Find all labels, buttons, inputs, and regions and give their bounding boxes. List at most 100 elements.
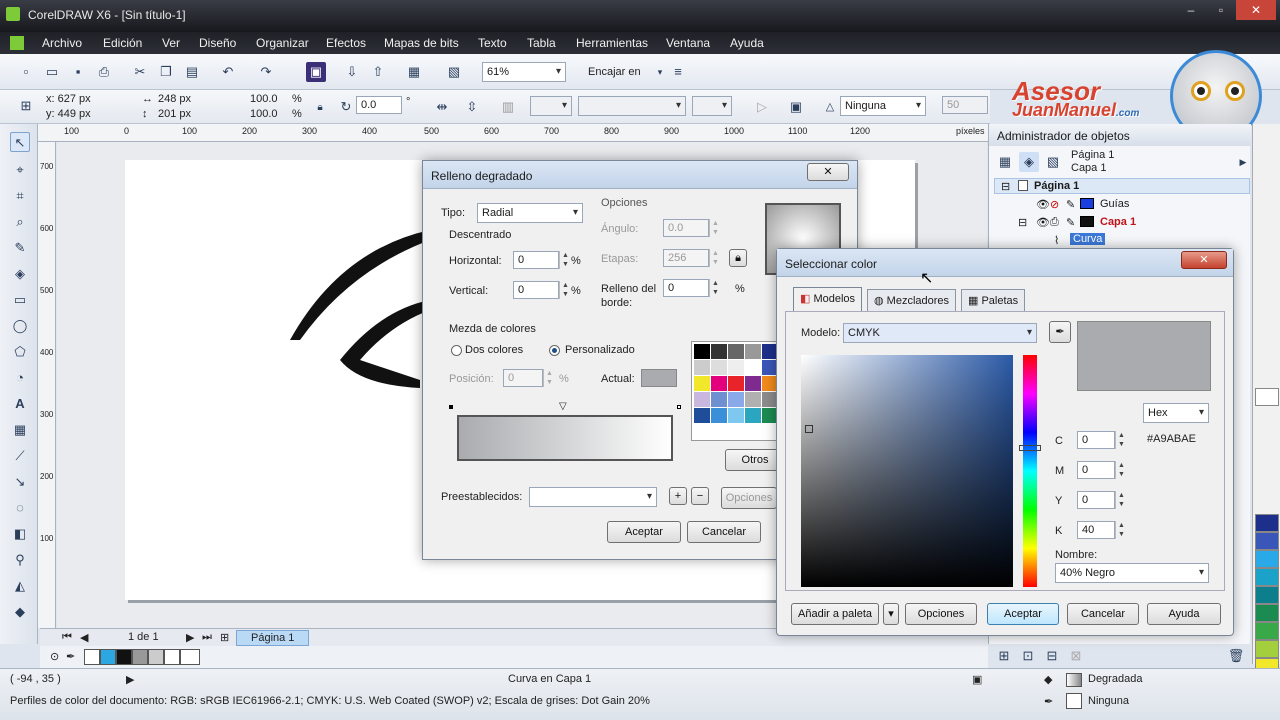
collapse-layer-icon[interactable]: ⊟ bbox=[1018, 216, 1027, 229]
y-position[interactable]: y: 449 px bbox=[46, 108, 91, 120]
position-field[interactable]: 0 bbox=[503, 369, 543, 387]
wrap-text-icon[interactable]: ▣ bbox=[786, 97, 806, 117]
palette-swatch[interactable] bbox=[180, 649, 200, 665]
layer-print-icon[interactable]: ⎙ bbox=[1050, 216, 1059, 229]
save-icon[interactable]: ▪ bbox=[68, 62, 88, 82]
palette-swatch[interactable] bbox=[1255, 550, 1279, 568]
presets-dropdown[interactable] bbox=[529, 487, 657, 507]
palette-swatch[interactable] bbox=[1255, 622, 1279, 640]
polygon-tool-icon[interactable]: ⬠ bbox=[10, 342, 30, 362]
c-field[interactable]: 0 bbox=[1077, 431, 1115, 449]
eyedropper-icon[interactable]: ✒ bbox=[66, 650, 75, 663]
outline-tool-icon[interactable]: ◭ bbox=[10, 576, 30, 596]
horizontal-field[interactable]: 0 bbox=[513, 251, 559, 269]
print-icon[interactable]: ⎙ bbox=[94, 62, 114, 82]
menu-ver[interactable]: Ver bbox=[162, 36, 180, 50]
gradient-cancel-button[interactable]: Cancelar bbox=[687, 521, 761, 543]
corel-connect-icon[interactable]: ▣ bbox=[306, 62, 326, 82]
paste-icon[interactable]: ▤ bbox=[182, 62, 202, 82]
angle-field[interactable]: 0.0 bbox=[663, 219, 709, 237]
tab-models[interactable]: ◧ Modelos bbox=[793, 287, 863, 311]
gradient-midpoint-marker[interactable]: ▽ bbox=[559, 401, 567, 412]
first-page-icon[interactable]: ⏮ bbox=[62, 631, 72, 644]
c-spinner[interactable]: ▲ ▼ bbox=[1115, 431, 1127, 449]
import-icon[interactable]: ⇩ bbox=[342, 62, 362, 82]
smart-fill-tool-icon[interactable]: ◈ bbox=[10, 264, 30, 284]
menu-organizar[interactable]: Organizar bbox=[256, 36, 309, 50]
rotation-angle-field[interactable]: 0.0 bbox=[356, 96, 402, 114]
add-preset-button[interactable]: + bbox=[669, 487, 687, 505]
width-value[interactable]: 248 px bbox=[158, 93, 191, 105]
freehand-tool-icon[interactable]: ✎ bbox=[10, 238, 30, 258]
scale-x[interactable]: 100.0 bbox=[250, 93, 278, 105]
color-cancel-button[interactable]: Cancelar bbox=[1067, 603, 1139, 625]
line-style-dropdown[interactable] bbox=[578, 96, 686, 116]
gradient-ok-button[interactable]: Aceptar bbox=[607, 521, 681, 543]
line-end-dropdown[interactable] bbox=[692, 96, 732, 116]
no-color-swatch[interactable] bbox=[84, 649, 100, 665]
color-field-cursor[interactable] bbox=[805, 425, 813, 433]
palette-swatch[interactable] bbox=[1255, 586, 1279, 604]
delete-icon[interactable]: 🗑︎ bbox=[1226, 646, 1246, 666]
new-master-layer-all-icon[interactable]: ⊟ bbox=[1042, 646, 1062, 666]
ellipse-tool-icon[interactable]: ◯ bbox=[10, 316, 30, 336]
connector-tool-icon[interactable]: ↘ bbox=[10, 472, 30, 492]
guides-visibility-icon[interactable]: 👁︎ bbox=[1036, 198, 1050, 211]
hex-value[interactable]: #A9ABAE bbox=[1147, 433, 1196, 445]
palette-swatch[interactable] bbox=[1255, 568, 1279, 586]
palette-swatch[interactable] bbox=[132, 649, 148, 665]
color-dialog-close-button[interactable]: ✕ bbox=[1181, 251, 1227, 269]
y-spinner[interactable]: ▲ ▼ bbox=[1115, 491, 1127, 509]
page-tab[interactable]: Página 1 bbox=[236, 630, 310, 646]
add-to-palette-menu-button[interactable]: ▾ bbox=[883, 603, 899, 625]
value-format-dropdown[interactable]: Hex bbox=[1143, 403, 1209, 423]
position-spinner[interactable]: ▲ ▼ bbox=[543, 369, 555, 387]
docker-flyout-icon[interactable]: ▶ bbox=[1237, 152, 1249, 172]
snap-dropdown-icon[interactable]: ▾ bbox=[650, 62, 670, 82]
palette-swatch[interactable] bbox=[1255, 532, 1279, 550]
menu-diseno[interactable]: Diseño bbox=[199, 36, 236, 50]
layer-lock-icon[interactable]: ▧ bbox=[1043, 152, 1063, 172]
menu-texto[interactable]: Texto bbox=[478, 36, 507, 50]
model-dropdown[interactable]: CMYK bbox=[843, 323, 1037, 343]
outline-width-dropdown[interactable]: Ninguna bbox=[840, 96, 926, 116]
dimension-tool-icon[interactable]: ⟋ bbox=[10, 446, 30, 466]
palette-swatch[interactable] bbox=[164, 649, 180, 665]
close-button[interactable]: ✕ bbox=[1236, 0, 1276, 20]
current-color-swatch[interactable] bbox=[641, 369, 677, 387]
fill-tool-icon[interactable]: ◆ bbox=[10, 602, 30, 622]
open-icon[interactable]: ▭ bbox=[42, 62, 62, 82]
basic-shapes-tool-icon[interactable]: ◔ bbox=[10, 368, 30, 388]
menu-ayuda[interactable]: Ayuda bbox=[730, 36, 764, 50]
undo-icon[interactable]: ↶ bbox=[218, 62, 238, 82]
guides-edit-icon[interactable]: ✎ bbox=[1066, 198, 1075, 211]
table-tool-icon[interactable]: ▦ bbox=[10, 420, 30, 440]
k-spinner[interactable]: ▲ ▼ bbox=[1115, 521, 1127, 539]
menu-mapas-de-bits[interactable]: Mapas de bits bbox=[384, 36, 459, 50]
status-arrow-icon[interactable]: ▶ bbox=[126, 673, 134, 686]
guides-print-icon[interactable]: ⊘ bbox=[1050, 198, 1059, 211]
cut-icon[interactable]: ✂ bbox=[130, 62, 150, 82]
blend-tool-icon[interactable]: ◌ bbox=[10, 498, 30, 518]
maximize-button[interactable]: ▫ bbox=[1206, 0, 1236, 20]
scale-y[interactable]: 100.0 bbox=[250, 108, 278, 120]
object-origin-icon[interactable]: ⊞ bbox=[16, 96, 36, 116]
gradient-end-marker[interactable] bbox=[677, 405, 681, 409]
two-colors-label[interactable]: Dos colores bbox=[465, 344, 523, 356]
export-icon[interactable]: ⇧ bbox=[368, 62, 388, 82]
preset-options-button[interactable]: Opciones bbox=[721, 487, 777, 509]
hue-slider-thumb[interactable] bbox=[1019, 445, 1041, 451]
layer-properties-icon[interactable]: ▦ bbox=[995, 152, 1015, 172]
options-button[interactable]: Opciones bbox=[905, 603, 977, 625]
palette-swatch[interactable] bbox=[148, 649, 164, 665]
prev-page-icon[interactable]: ◀ bbox=[80, 631, 88, 644]
next-page-icon[interactable]: ▶ bbox=[186, 631, 194, 644]
zoom-tool-icon[interactable]: ⌕ bbox=[10, 212, 30, 232]
pick-tool-icon[interactable]: ↖ bbox=[10, 132, 30, 152]
publish-pdf-icon[interactable]: ▦ bbox=[404, 62, 424, 82]
shape-icon[interactable]: ▥ bbox=[498, 97, 518, 117]
steps-spinner[interactable]: ▲ ▼ bbox=[709, 249, 721, 267]
gradient-bar[interactable] bbox=[457, 415, 673, 461]
palette-swatch[interactable] bbox=[116, 649, 132, 665]
k-field[interactable]: 40 bbox=[1077, 521, 1115, 539]
